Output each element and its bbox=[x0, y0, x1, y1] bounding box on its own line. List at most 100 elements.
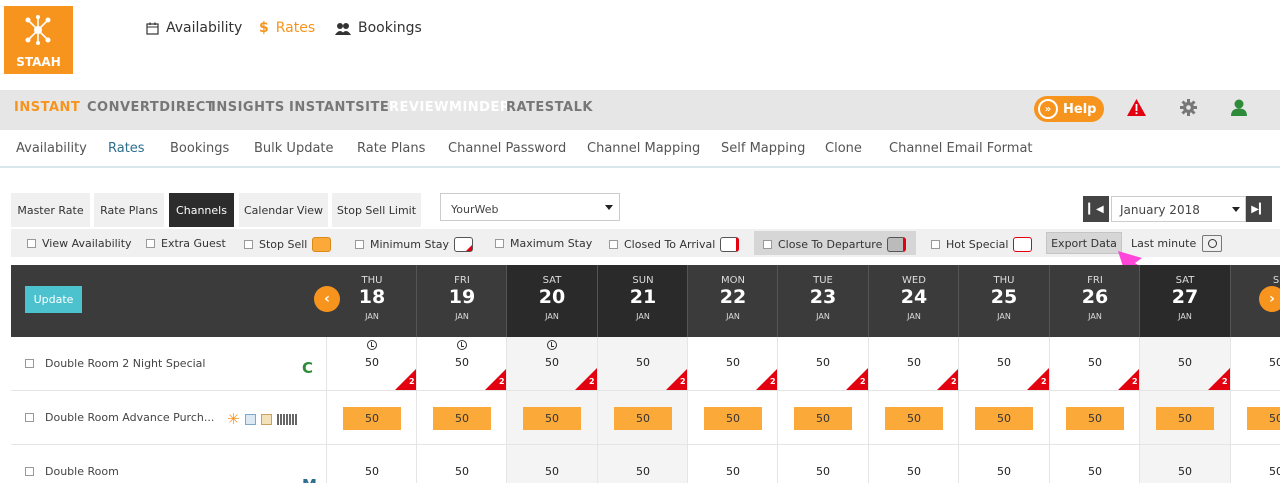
prev-month-button[interactable]: ▎◀ bbox=[1083, 196, 1109, 222]
day-header: MON 22 JAN bbox=[688, 265, 778, 337]
copy-icon[interactable] bbox=[244, 413, 256, 425]
day-month: JAN bbox=[545, 312, 559, 321]
tab-stop-sell-limit[interactable]: Stop Sell Limit bbox=[332, 193, 421, 227]
tab-calendar-view[interactable]: Calendar View bbox=[239, 193, 328, 227]
legend-extra-guest-label: Extra Guest bbox=[161, 237, 226, 250]
paste-icon[interactable] bbox=[260, 413, 272, 425]
subnav-channel-password[interactable]: Channel Password bbox=[448, 141, 566, 156]
next-dates-button[interactable]: › bbox=[1259, 286, 1280, 312]
rate-cell-stop-sell[interactable]: 50 bbox=[975, 407, 1033, 430]
subnav-self-mapping[interactable]: Self Mapping bbox=[721, 141, 805, 156]
rate-cell[interactable]: 50 bbox=[417, 465, 507, 478]
tab-master-rate[interactable]: Master Rate bbox=[11, 193, 90, 227]
tab-rate-plans[interactable]: Rate Plans bbox=[94, 193, 164, 227]
gear-icon[interactable] bbox=[1180, 99, 1197, 116]
subnav-channel-mapping[interactable]: Channel Mapping bbox=[587, 141, 700, 156]
alert-icon[interactable] bbox=[1127, 99, 1146, 116]
rate-cell-stop-sell[interactable]: 50 bbox=[343, 407, 401, 430]
checkbox[interactable] bbox=[763, 240, 772, 249]
barcode-icon[interactable] bbox=[276, 413, 297, 425]
legend-stop-sell[interactable]: Stop Sell bbox=[244, 237, 332, 252]
checkbox[interactable] bbox=[146, 239, 155, 248]
subnav-clone[interactable]: Clone bbox=[825, 141, 862, 156]
user-icon[interactable] bbox=[1231, 99, 1247, 116]
legend-minimum-stay[interactable]: Minimum Stay bbox=[355, 237, 474, 252]
checkbox[interactable] bbox=[27, 239, 36, 248]
rate-cell[interactable]: 50 bbox=[1140, 465, 1230, 478]
subnav-availability[interactable]: Availability bbox=[16, 141, 87, 156]
day-header: SAT 27 JAN bbox=[1140, 265, 1230, 337]
rate-cell[interactable]: 50 bbox=[1231, 465, 1280, 478]
product-reviewminder[interactable]: REVIEWMINDER bbox=[389, 100, 510, 115]
rate-cell[interactable]: 50 bbox=[869, 465, 959, 478]
legend-close-to-departure-label: Close To Departure bbox=[778, 238, 883, 251]
checkbox[interactable] bbox=[609, 240, 618, 249]
calendar-icon bbox=[146, 22, 159, 35]
rate-cell-stop-sell[interactable]: 50 bbox=[614, 407, 672, 430]
product-insights[interactable]: INSIGHTS bbox=[211, 100, 285, 115]
month-select[interactable]: January 2018 bbox=[1111, 196, 1246, 222]
legend-closed-to-arrival[interactable]: Closed To Arrival bbox=[609, 237, 740, 252]
rate-cell[interactable]: 50 bbox=[1050, 465, 1140, 478]
channel-select[interactable]: YourWeb bbox=[440, 193, 620, 221]
clock-icon bbox=[367, 340, 377, 350]
export-data-button[interactable]: Export Data bbox=[1046, 232, 1122, 254]
rate-cell[interactable]: 50 bbox=[959, 465, 1049, 478]
legend-maximum-stay[interactable]: Maximum Stay bbox=[495, 237, 592, 250]
rate-cell-stop-sell[interactable]: 50 bbox=[1066, 407, 1124, 430]
checkbox[interactable] bbox=[244, 240, 253, 249]
checkbox[interactable] bbox=[495, 239, 504, 248]
rate-cell[interactable]: 50 bbox=[507, 465, 597, 478]
subnav-rates[interactable]: Rates bbox=[108, 141, 145, 156]
column-divider bbox=[1139, 265, 1140, 337]
column-divider bbox=[416, 265, 417, 337]
product-instantsite[interactable]: INSTANTSITE bbox=[289, 100, 389, 115]
legend-stop-sell-label: Stop Sell bbox=[259, 238, 308, 251]
tab-channels[interactable]: Channels bbox=[169, 193, 234, 227]
rate-cell[interactable]: 50 bbox=[778, 465, 868, 478]
product-ratestalk[interactable]: RATESTALK bbox=[506, 100, 593, 115]
rate-cell-stop-sell[interactable]: 50 bbox=[704, 407, 762, 430]
rate-cell-stop-sell[interactable]: 50 bbox=[1156, 407, 1214, 430]
rate-cell[interactable]: 50 bbox=[688, 465, 778, 478]
column-divider bbox=[777, 337, 778, 483]
topnav-availability[interactable]: Availability bbox=[146, 18, 242, 38]
rate-cell-stop-sell[interactable]: 50 bbox=[1247, 407, 1280, 430]
row-checkbox[interactable] bbox=[25, 359, 34, 368]
rate-row-name[interactable]: Double Room 2 Night Special bbox=[25, 357, 205, 370]
rate-cell[interactable]: 50 bbox=[327, 465, 417, 478]
topnav-rates[interactable]: $ Rates bbox=[259, 18, 315, 38]
rate-cell-stop-sell[interactable]: 50 bbox=[433, 407, 491, 430]
rate-row-name[interactable]: Double Room Advance Purch... bbox=[25, 411, 214, 424]
product-convertdirect[interactable]: CONVERTDIRECT bbox=[87, 100, 215, 115]
skip-back-icon: ▎◀ bbox=[1088, 203, 1104, 215]
rate-cell[interactable]: 50 bbox=[1231, 356, 1280, 369]
legend-extra-guest[interactable]: Extra Guest bbox=[146, 237, 226, 250]
staah-logo[interactable]: STAAH bbox=[4, 6, 73, 74]
checkbox[interactable] bbox=[931, 240, 940, 249]
subnav-rate-plans[interactable]: Rate Plans bbox=[357, 141, 425, 156]
legend-view-availability[interactable]: View Availability bbox=[27, 237, 132, 250]
product-instant[interactable]: INSTANT bbox=[14, 100, 80, 115]
subnav-bulk-update[interactable]: Bulk Update bbox=[254, 141, 334, 156]
row-checkbox[interactable] bbox=[25, 467, 34, 476]
subnav-bookings[interactable]: Bookings bbox=[170, 141, 229, 156]
help-button[interactable]: » Help bbox=[1034, 96, 1104, 122]
topnav-bookings[interactable]: Bookings bbox=[335, 18, 422, 38]
legend-close-to-departure[interactable]: Close To Departure bbox=[763, 237, 907, 252]
stop-sell-swatch bbox=[312, 237, 332, 252]
rate-cell-stop-sell[interactable]: 50 bbox=[523, 407, 581, 430]
day-number: 21 bbox=[629, 286, 657, 308]
subnav-channel-email-format[interactable]: Channel Email Format bbox=[889, 141, 1033, 156]
row-checkbox[interactable] bbox=[25, 413, 34, 422]
day-of-week: SUN bbox=[632, 275, 654, 286]
rate-cell-stop-sell[interactable]: 50 bbox=[885, 407, 943, 430]
checkbox[interactable] bbox=[355, 240, 364, 249]
next-month-button[interactable]: ▶▎ bbox=[1246, 196, 1272, 222]
rate-cell[interactable]: 50 bbox=[598, 465, 688, 478]
rate-cell-stop-sell[interactable]: 50 bbox=[794, 407, 852, 430]
update-button[interactable]: Update bbox=[25, 286, 82, 313]
star-icon[interactable]: ✳ bbox=[227, 410, 240, 428]
legend-hot-special[interactable]: Hot Special bbox=[931, 237, 1033, 252]
rate-row-name[interactable]: Double Room bbox=[25, 465, 119, 478]
